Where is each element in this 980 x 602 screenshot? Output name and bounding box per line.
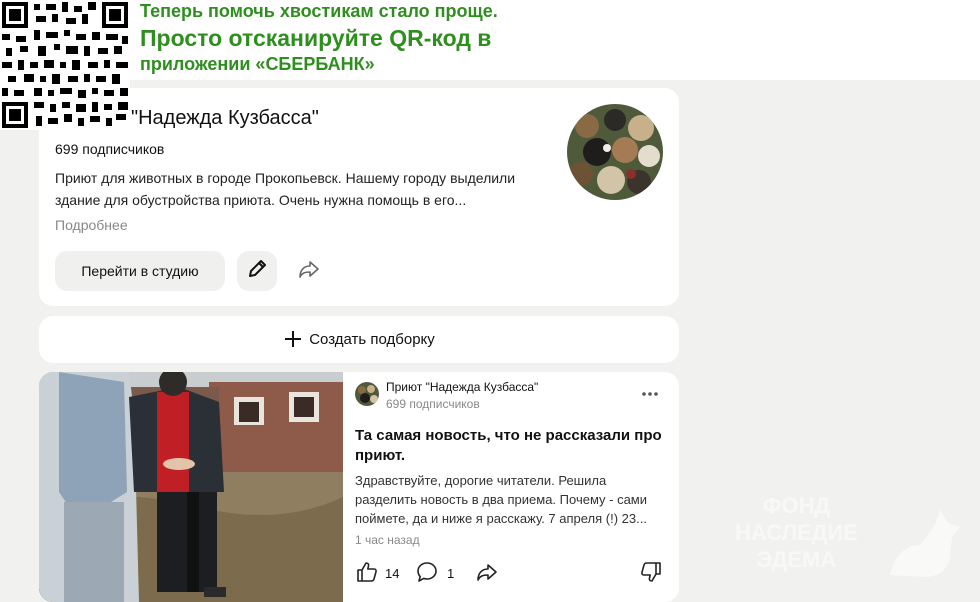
- promo-line-3: приложении «СБЕРБАНК»: [140, 54, 375, 74]
- channel-name: "Надежда Кузбасса": [131, 107, 319, 129]
- share-icon: [297, 258, 321, 285]
- promo-line-1: Теперь помочь хвостикам стало проще.: [140, 1, 498, 21]
- share-icon: [475, 560, 499, 587]
- pencil-icon: [246, 258, 268, 285]
- post-share-button[interactable]: [475, 560, 499, 587]
- go-to-studio-button[interactable]: Перейти в студию: [55, 251, 225, 291]
- channel-avatar[interactable]: [567, 104, 663, 200]
- dislike-icon: [639, 560, 663, 587]
- channel-profile-card: "Надежда Кузбасса" 699 подписчиков Приют…: [39, 88, 679, 306]
- post-card[interactable]: Приют "Надежда Кузбасса" 699 подписчиков…: [39, 372, 679, 602]
- like-count: 14: [385, 566, 400, 581]
- post-timestamp: 1 час назад: [355, 533, 420, 547]
- create-collection-button[interactable]: Создать подборку: [39, 316, 679, 363]
- promo-line-2: Просто отсканируйте QR-код в: [140, 25, 492, 51]
- share-button[interactable]: [289, 251, 329, 291]
- plus-icon: [283, 329, 303, 350]
- comment-count: 1: [447, 566, 455, 581]
- watermark-line-3: ЭДЕМА: [756, 547, 837, 572]
- dislike-button[interactable]: [639, 560, 663, 587]
- create-collection-label: Создать подборку: [309, 331, 435, 348]
- post-content: Приют "Надежда Кузбасса" 699 подписчиков…: [355, 372, 675, 602]
- subscriber-count: 699 подписчиков: [55, 141, 165, 157]
- watermark-text: ФОНД НАСЛЕДИЕ ЭДЕМА: [735, 492, 858, 573]
- qr-code: [0, 0, 130, 130]
- comment-button[interactable]: 1: [415, 560, 454, 587]
- post-channel-avatar[interactable]: [355, 382, 379, 406]
- edit-button[interactable]: [237, 251, 277, 291]
- post-actions: 14 1: [355, 560, 667, 588]
- post-image[interactable]: [39, 372, 343, 602]
- post-subscriber-count: 699 подписчиков: [386, 397, 480, 411]
- channel-description: Приют для животных в городе Прокопьевск.…: [55, 170, 516, 208]
- more-dots-icon[interactable]: [641, 384, 659, 402]
- watermark-line-1: ФОНД: [762, 493, 831, 518]
- post-title[interactable]: Та самая новость, что не рассказали про …: [355, 426, 665, 466]
- watermark-line-2: НАСЛЕДИЕ: [735, 520, 858, 545]
- post-channel-name[interactable]: Приют "Надежда Кузбасса": [386, 380, 538, 394]
- more-link[interactable]: Подробнее: [55, 217, 128, 233]
- comment-icon: [415, 560, 439, 587]
- post-excerpt[interactable]: Здравствуйте, дорогие читатели. Решила р…: [355, 471, 667, 528]
- watermark-dog-icon: [880, 505, 970, 590]
- like-button[interactable]: 14: [355, 560, 399, 587]
- like-icon: [355, 560, 379, 587]
